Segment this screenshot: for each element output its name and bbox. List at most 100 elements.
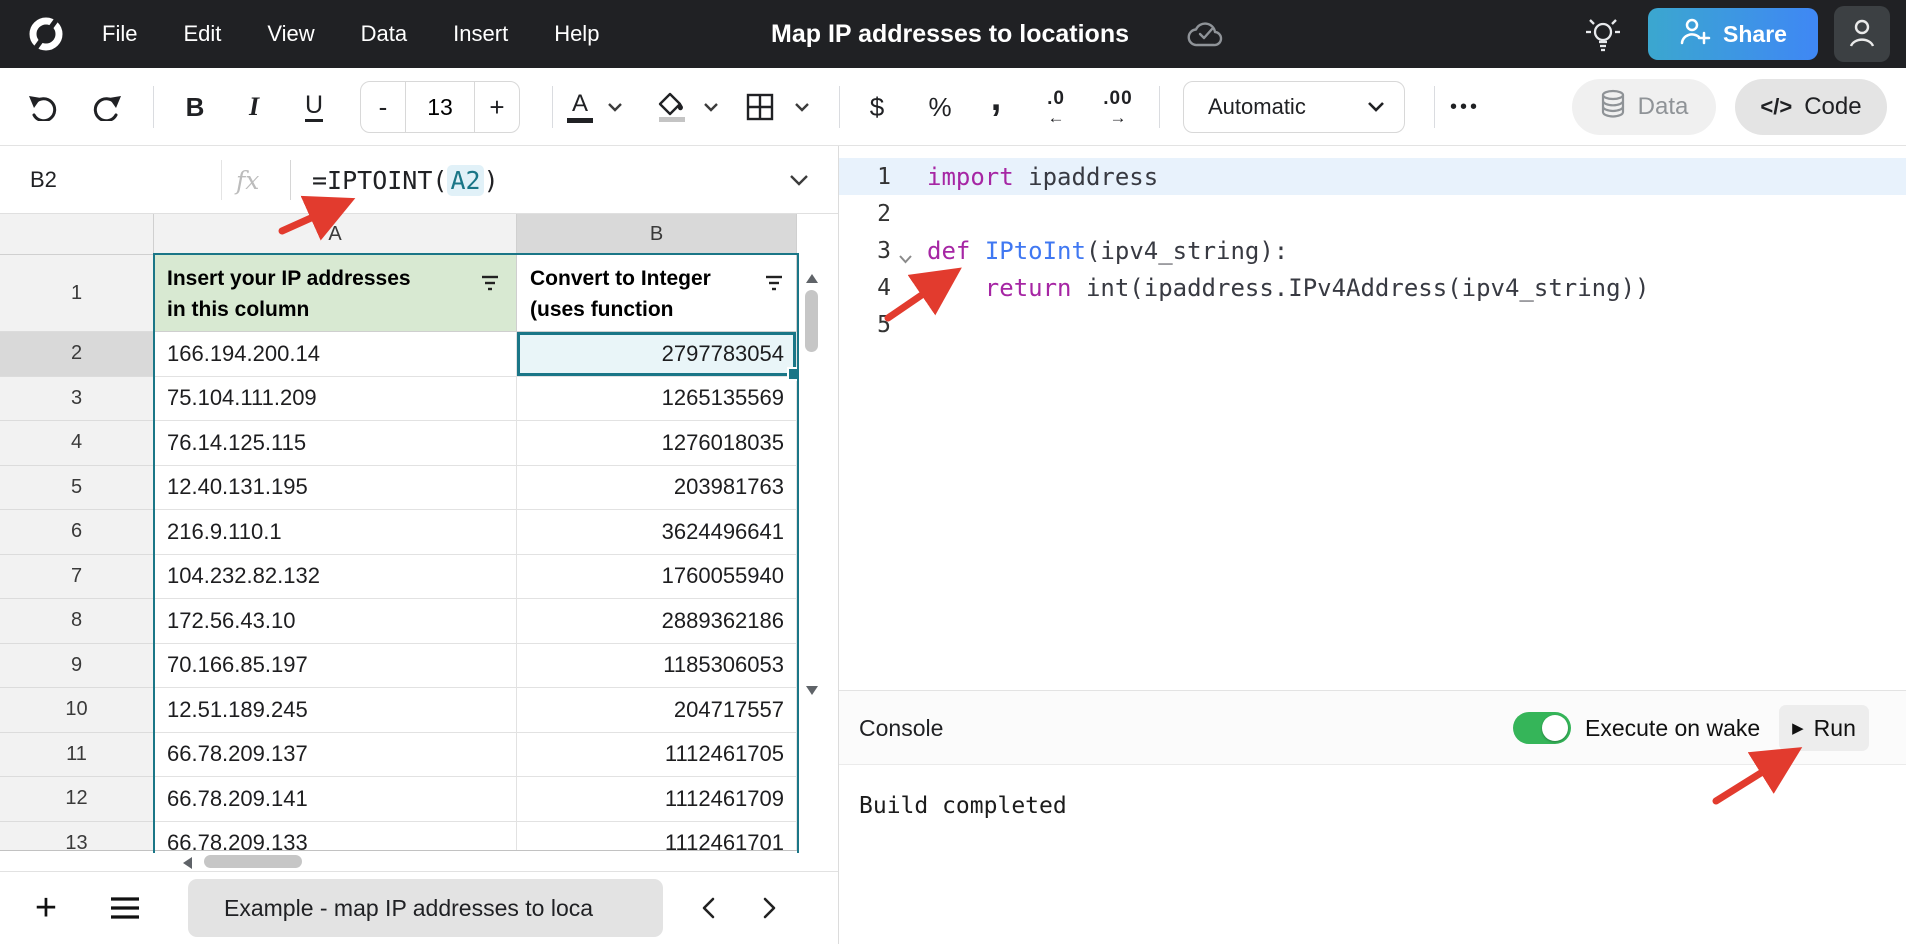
sheet-list-menu-icon[interactable] <box>110 896 140 925</box>
cell-ip-address[interactable]: 12.51.189.245 <box>154 688 517 733</box>
bold-button[interactable]: B <box>172 84 218 130</box>
borders-dropdown[interactable] <box>787 84 817 130</box>
profile-button[interactable] <box>1834 6 1890 62</box>
cell-integer[interactable]: 1760055940 <box>517 555 797 600</box>
cell-integer[interactable]: 1112461701 <box>517 822 797 852</box>
font-size-increase-button[interactable]: + <box>475 82 519 132</box>
row-header[interactable]: 6 <box>0 510 154 555</box>
row-header[interactable]: 12 <box>0 777 154 822</box>
row-header[interactable]: 1 <box>0 255 154 332</box>
code-line[interactable]: 1import ipaddress <box>839 158 1906 195</box>
row-header[interactable]: 8 <box>0 599 154 644</box>
horizontal-scrollbar[interactable] <box>0 851 838 871</box>
column-header-a[interactable]: A <box>154 214 517 255</box>
filter-icon[interactable] <box>478 270 502 301</box>
cell-integer[interactable]: 2889362186 <box>517 599 797 644</box>
percent-format-button[interactable]: % <box>917 84 963 130</box>
cell-ip-address[interactable]: 66.78.209.137 <box>154 733 517 778</box>
menu-edit[interactable]: Edit <box>183 21 221 47</box>
more-options-button[interactable]: ••• <box>1442 84 1488 130</box>
cell-integer[interactable]: 1185306053 <box>517 644 797 689</box>
menu-insert[interactable]: Insert <box>453 21 508 47</box>
formula-input[interactable]: =IPTOINT(A2) <box>312 146 499 214</box>
font-size-input[interactable]: 13 <box>405 82 475 132</box>
cell-b1-header[interactable]: Convert to Integer (uses function <box>517 255 797 332</box>
cell-ip-address[interactable]: 70.166.85.197 <box>154 644 517 689</box>
fold-gutter[interactable] <box>891 238 919 264</box>
cell-integer[interactable]: 203981763 <box>517 466 797 511</box>
cell-integer[interactable]: 1276018035 <box>517 421 797 466</box>
add-sheet-button[interactable]: + <box>26 872 66 944</box>
text-color-dropdown[interactable] <box>600 84 630 130</box>
cell-reference-box[interactable]: B2 <box>30 146 57 214</box>
menu-data[interactable]: Data <box>361 21 407 47</box>
cell-integer[interactable]: 1112461709 <box>517 777 797 822</box>
scroll-down-icon[interactable] <box>806 682 818 700</box>
cell-integer[interactable]: 204717557 <box>517 688 797 733</box>
lightbulb-icon[interactable] <box>1584 15 1622 58</box>
undo-button[interactable] <box>20 84 66 130</box>
cell-ip-address[interactable]: 66.78.209.133 <box>154 822 517 852</box>
share-button[interactable]: Share <box>1648 8 1818 60</box>
fill-color-button[interactable] <box>649 84 695 130</box>
cell-ip-address[interactable]: 166.194.200.14 <box>154 332 517 377</box>
borders-button[interactable] <box>737 84 783 130</box>
cell-a1-header[interactable]: Insert your IP addresses in this column <box>154 255 517 332</box>
cell-ip-address[interactable]: 172.56.43.10 <box>154 599 517 644</box>
row-header[interactable]: 4 <box>0 421 154 466</box>
row-header[interactable]: 13 <box>0 822 154 852</box>
prev-sheet-icon[interactable] <box>696 894 724 927</box>
cell-integer[interactable]: 1265135569 <box>517 377 797 422</box>
app-logo-icon[interactable] <box>26 14 66 54</box>
code-line[interactable]: 3def IPtoInt(ipv4_string): <box>839 232 1906 269</box>
redo-button[interactable] <box>84 84 130 130</box>
vertical-scroll-thumb[interactable] <box>805 290 818 352</box>
vertical-scrollbar[interactable] <box>802 214 822 851</box>
sheet-tab[interactable]: Example - map IP addresses to loca <box>188 879 663 937</box>
next-sheet-icon[interactable] <box>754 894 782 927</box>
cell-integer[interactable]: 1112461705 <box>517 733 797 778</box>
underline-button[interactable]: U <box>291 84 337 130</box>
scroll-up-icon[interactable] <box>806 270 818 288</box>
cell-ip-address[interactable]: 216.9.110.1 <box>154 510 517 555</box>
filter-icon[interactable] <box>762 270 786 301</box>
font-size-decrease-button[interactable]: - <box>361 82 405 132</box>
row-header[interactable]: 9 <box>0 644 154 689</box>
row-header[interactable]: 2 <box>0 332 154 377</box>
column-header-b[interactable]: B <box>517 214 797 255</box>
cell-integer[interactable]: 2797783054 <box>517 332 797 377</box>
thousands-separator-button[interactable]: , <box>973 84 1019 130</box>
row-header[interactable]: 3 <box>0 377 154 422</box>
cell-ip-address[interactable]: 104.232.82.132 <box>154 555 517 600</box>
currency-format-button[interactable]: $ <box>854 84 900 130</box>
increase-decimal-button[interactable]: .00 → <box>1095 84 1141 130</box>
execute-on-wake-toggle[interactable] <box>1513 712 1571 744</box>
row-header[interactable]: 5 <box>0 466 154 511</box>
data-panel-button[interactable]: Data <box>1572 79 1716 135</box>
document-title[interactable]: Map IP addresses to locations <box>771 0 1129 68</box>
cell-ip-address[interactable]: 76.14.125.115 <box>154 421 517 466</box>
fill-color-dropdown[interactable] <box>696 84 726 130</box>
code-line[interactable]: 2 <box>839 195 1906 232</box>
cell-ip-address[interactable]: 66.78.209.141 <box>154 777 517 822</box>
menu-file[interactable]: File <box>102 21 137 47</box>
code-panel-button[interactable]: </> Code <box>1735 79 1887 135</box>
number-format-dropdown[interactable]: Automatic <box>1183 81 1405 133</box>
cell-ip-address[interactable]: 75.104.111.209 <box>154 377 517 422</box>
cell-ip-address[interactable]: 12.40.131.195 <box>154 466 517 511</box>
row-header[interactable]: 10 <box>0 688 154 733</box>
cell-integer[interactable]: 3624496641 <box>517 510 797 555</box>
italic-button[interactable]: I <box>231 84 277 130</box>
formula-bar-expand-chevron[interactable] <box>788 174 810 192</box>
code-line[interactable]: 5 <box>839 306 1906 343</box>
code-line[interactable]: 4 return int(ipaddress.IPv4Address(ipv4_… <box>839 269 1906 306</box>
menu-view[interactable]: View <box>267 21 314 47</box>
code-editor[interactable]: 1import ipaddress23def IPtoInt(ipv4_stri… <box>839 146 1906 690</box>
run-button[interactable]: ▶ Run <box>1779 705 1869 751</box>
row-header[interactable]: 11 <box>0 733 154 778</box>
decrease-decimal-button[interactable]: .0 ← <box>1033 84 1079 130</box>
menu-help[interactable]: Help <box>554 21 599 47</box>
horizontal-scroll-thumb[interactable] <box>204 855 302 868</box>
row-header[interactable]: 7 <box>0 555 154 600</box>
text-color-button[interactable]: A <box>557 84 603 130</box>
